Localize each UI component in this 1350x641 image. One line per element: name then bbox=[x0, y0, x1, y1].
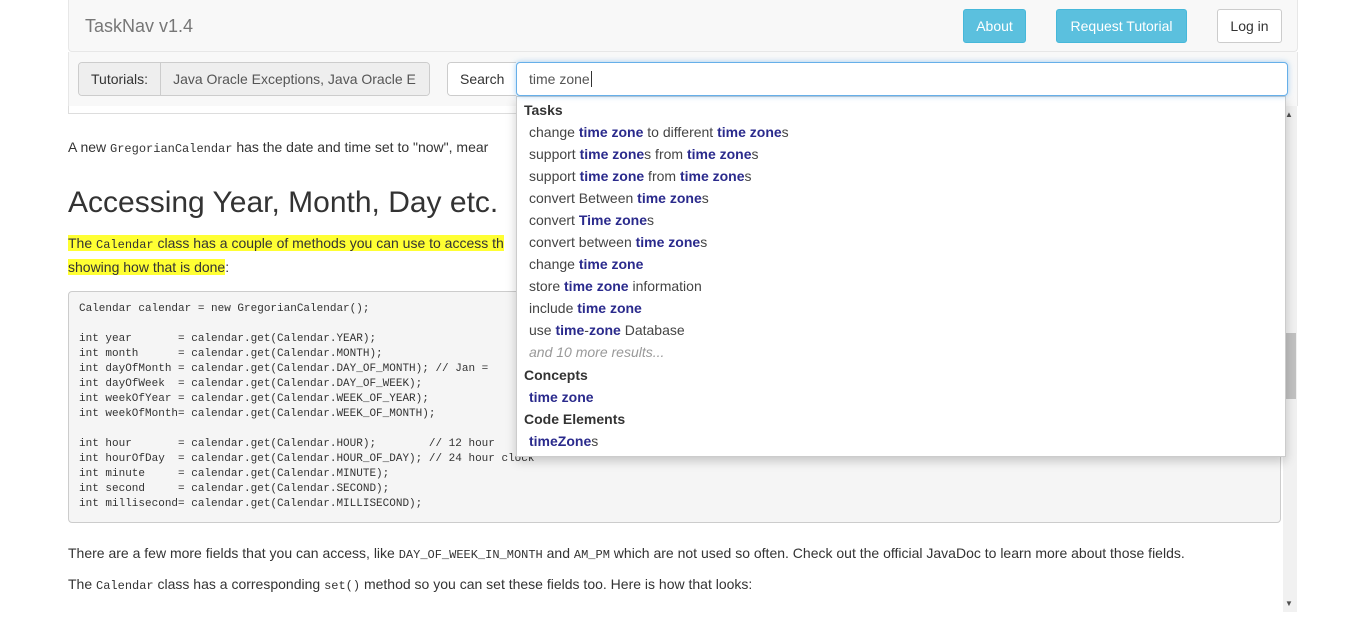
search-input-value: time zone bbox=[529, 71, 590, 87]
more-results-link[interactable]: and 10 more results... bbox=[517, 341, 1285, 364]
fields-paragraph: There are a few more fields that you can… bbox=[68, 545, 1185, 562]
about-button[interactable]: About bbox=[963, 9, 1026, 43]
intro-paragraph: A new GregorianCalendar has the date and… bbox=[68, 139, 489, 156]
tutorials-label: Tutorials: bbox=[79, 63, 162, 95]
suggestion-task-item[interactable]: use time-zone Database bbox=[517, 319, 1285, 341]
scroll-down-arrow-icon[interactable]: ▼ bbox=[1285, 599, 1293, 608]
suggestion-task-item[interactable]: include time zone bbox=[517, 297, 1285, 319]
suggestion-task-item[interactable]: convert between time zones bbox=[517, 231, 1285, 253]
search-input[interactable]: time zone bbox=[516, 62, 1288, 96]
navbar: TaskNav v1.4 About Request Tutorial Log … bbox=[68, 0, 1298, 52]
brand-title[interactable]: TaskNav v1.4 bbox=[85, 16, 193, 37]
scroll-up-arrow-icon[interactable]: ▲ bbox=[1285, 110, 1293, 119]
set-paragraph: The Calendar class has a corresponding s… bbox=[68, 576, 753, 593]
request-tutorial-button[interactable]: Request Tutorial bbox=[1056, 9, 1187, 43]
section-heading: Accessing Year, Month, Day etc. bbox=[68, 186, 499, 219]
inline-code: set() bbox=[324, 579, 361, 593]
concepts-list: time zone bbox=[517, 386, 1285, 408]
suggestion-concept-item[interactable]: time zone bbox=[517, 386, 1285, 408]
suggestion-task-item[interactable]: convert Between time zones bbox=[517, 187, 1285, 209]
inline-code: Calendar bbox=[96, 238, 154, 252]
suggestion-task-item[interactable]: change time zone bbox=[517, 253, 1285, 275]
highlighted-paragraph: The Calendar class has a couple of metho… bbox=[68, 235, 504, 275]
code-elements-header: Code Elements bbox=[524, 411, 626, 427]
scrollbar-thumb[interactable] bbox=[1286, 333, 1296, 399]
suggestion-task-item[interactable]: store time zone information bbox=[517, 275, 1285, 297]
tutorials-group: Tutorials: Java Oracle Exceptions, Java … bbox=[78, 62, 431, 96]
suggestion-task-item[interactable]: support time zones from time zones bbox=[517, 143, 1285, 165]
suggestion-task-item[interactable]: support time zone from time zones bbox=[517, 165, 1285, 187]
concepts-header: Concepts bbox=[524, 367, 588, 383]
tasks-header: Tasks bbox=[524, 102, 563, 118]
inline-code: GregorianCalendar bbox=[110, 142, 233, 156]
highlighted-line-2: showing how that is done bbox=[68, 259, 226, 275]
tasks-list: change time zone to different time zones… bbox=[517, 121, 1285, 341]
search-label: Search bbox=[448, 63, 517, 95]
search-label-group: Search bbox=[447, 62, 517, 96]
suggestion-code-item[interactable]: timeZones bbox=[517, 430, 1285, 452]
inline-code: AM_PM bbox=[573, 548, 610, 562]
text-caret bbox=[590, 71, 592, 87]
autocomplete-dropdown: Tasks change time zone to different time… bbox=[516, 96, 1286, 457]
login-button[interactable]: Log in bbox=[1217, 9, 1282, 43]
tutorials-field[interactable]: Java Oracle Exceptions, Java Oracle E bbox=[161, 63, 430, 95]
inline-code: DAY_OF_WEEK_IN_MONTH bbox=[398, 548, 543, 562]
suggestion-task-item[interactable]: convert Time zones bbox=[517, 209, 1285, 231]
suggestion-task-item[interactable]: change time zone to different time zones bbox=[517, 121, 1285, 143]
inline-code: Calendar bbox=[96, 579, 154, 593]
code-elements-list: timeZones bbox=[517, 430, 1285, 452]
